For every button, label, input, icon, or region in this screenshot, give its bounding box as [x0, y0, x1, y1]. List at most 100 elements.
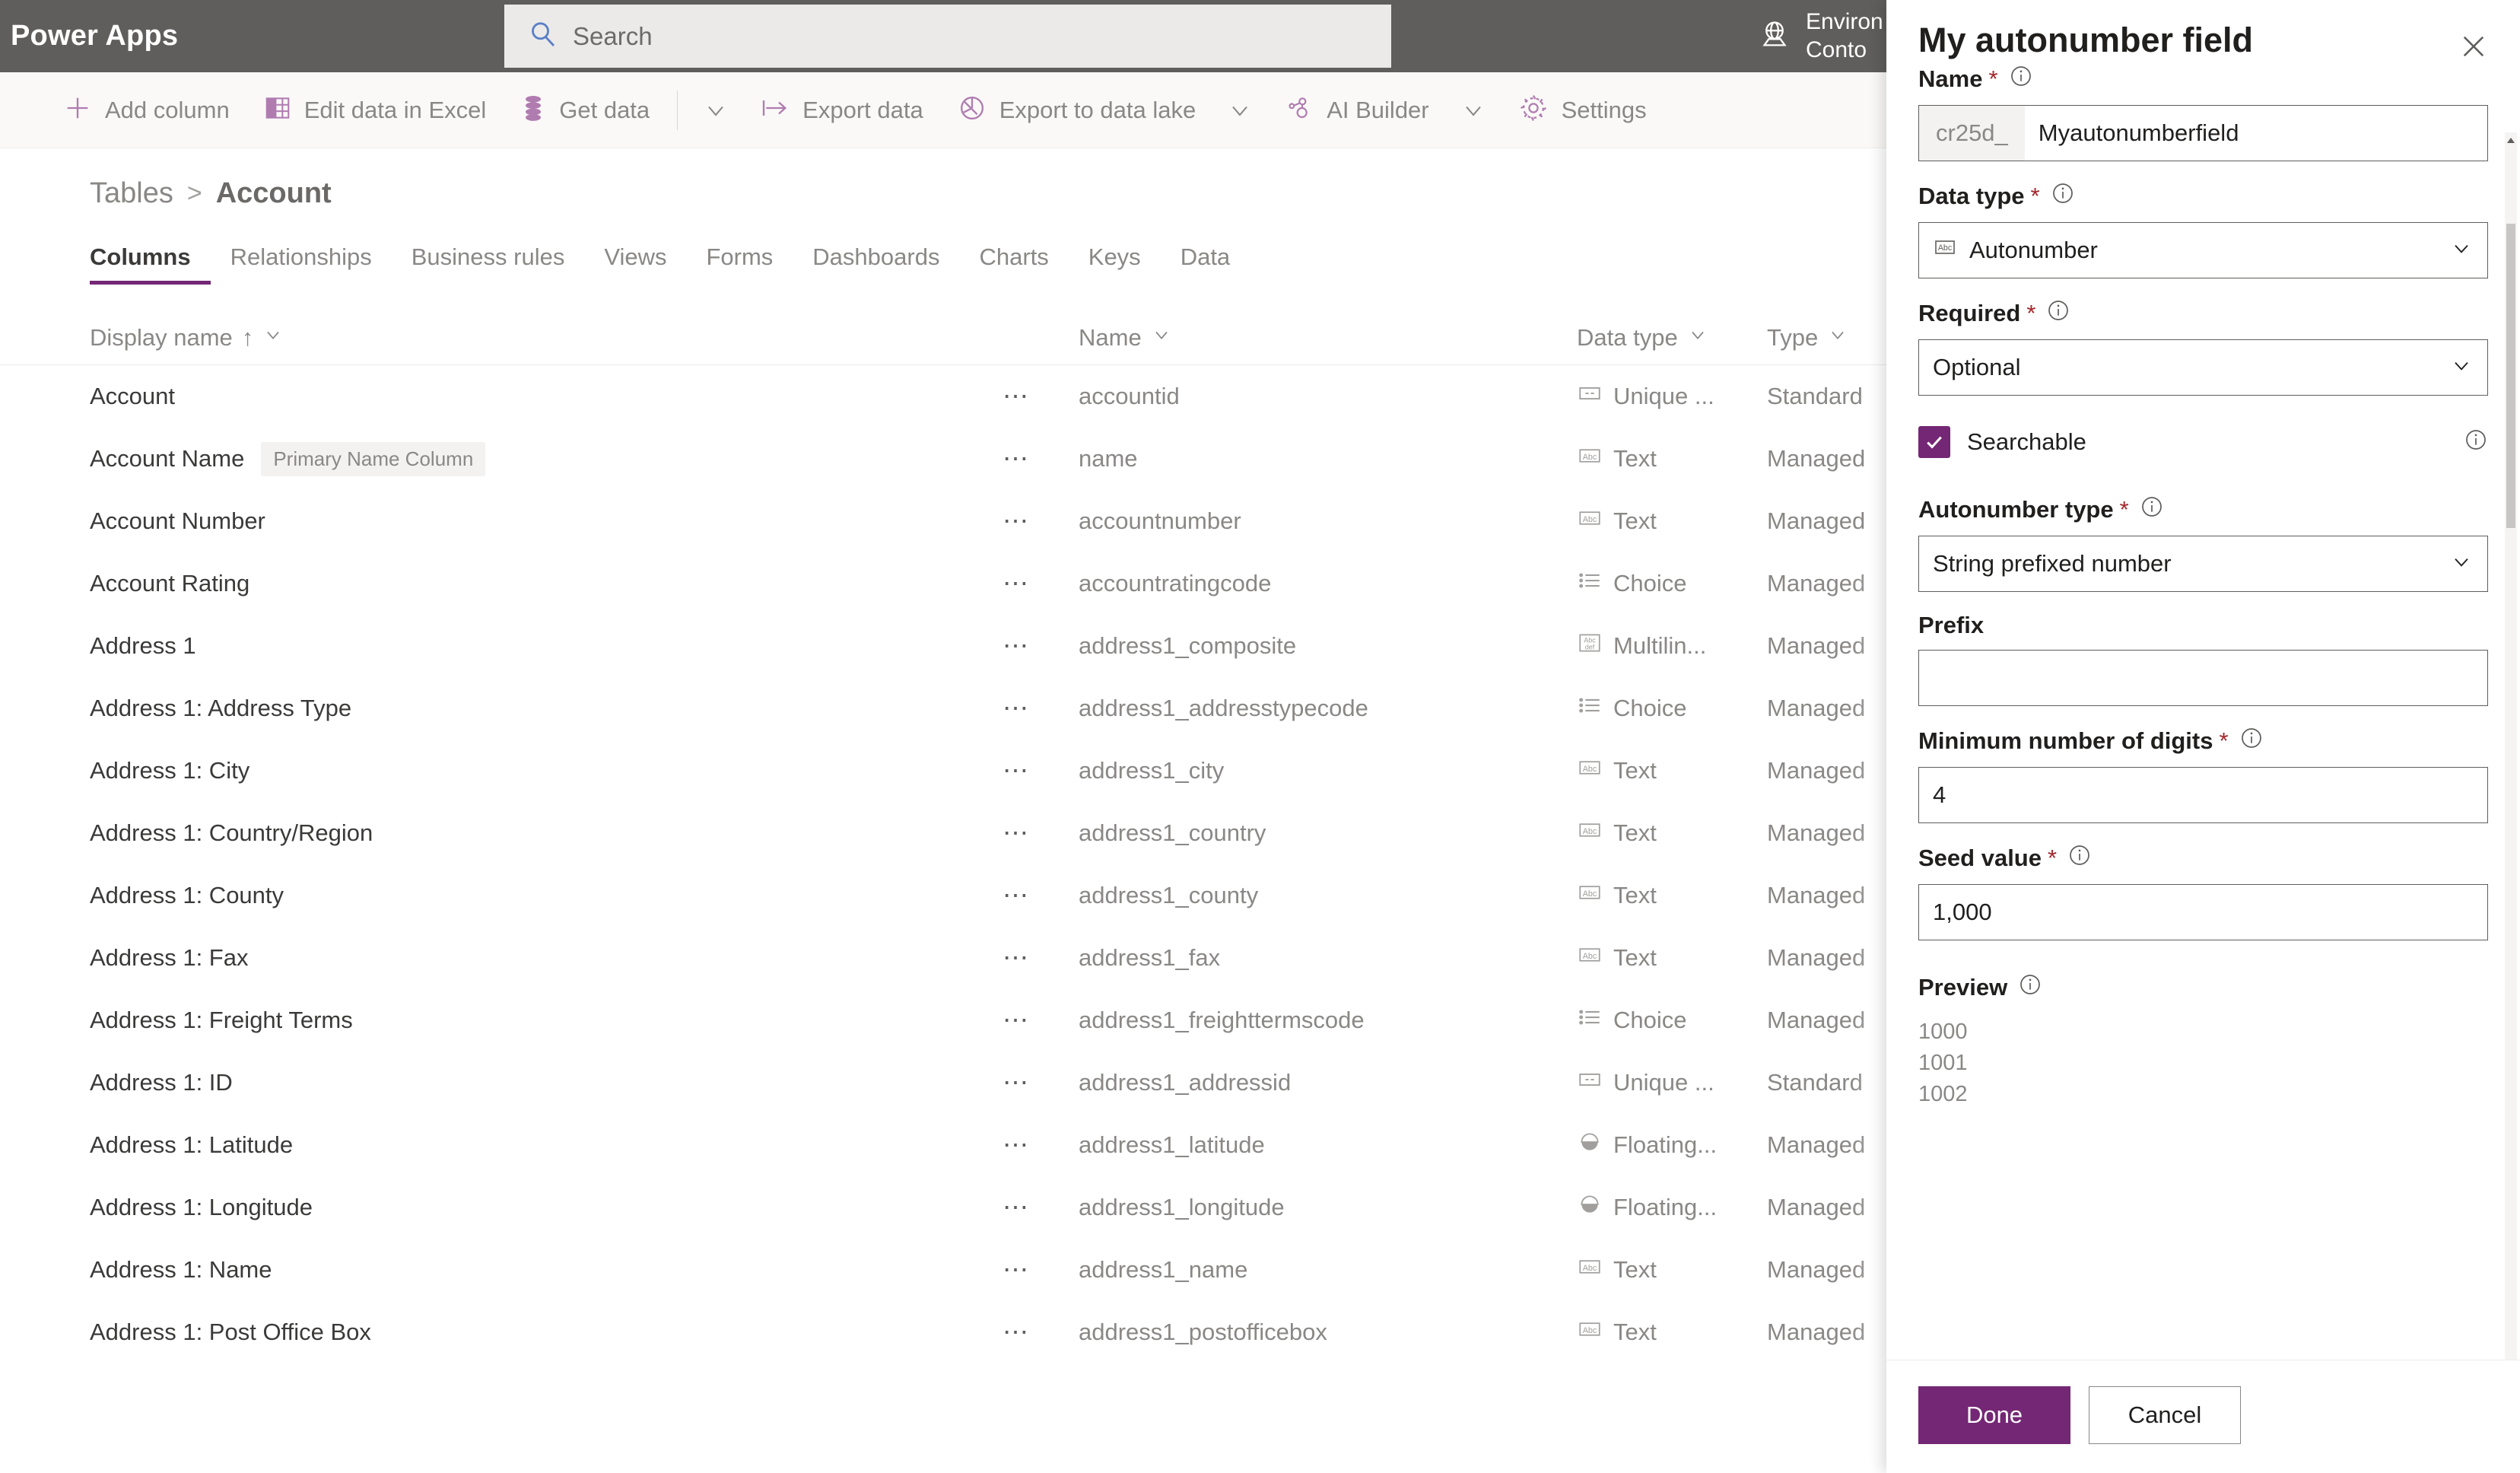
panel-body: Name * cr25d_ Data type — [1886, 59, 2520, 1360]
data-type-select[interactable]: Abc Autonumber — [1918, 221, 2488, 278]
display-name-text: Account Rating — [90, 570, 250, 597]
info-icon[interactable] — [2239, 726, 2264, 756]
row-more-options-icon[interactable]: ⋯ — [1003, 1067, 1079, 1098]
seed-value-input[interactable] — [1933, 898, 2474, 926]
tab-dashboards[interactable]: Dashboards — [793, 243, 959, 285]
info-icon[interactable] — [2051, 181, 2075, 212]
row-more-options-icon[interactable]: ⋯ — [1003, 756, 1079, 786]
get-data-chevron-down-icon[interactable] — [688, 72, 743, 148]
row-more-options-icon[interactable]: ⋯ — [1003, 880, 1079, 911]
autonumber-type-select[interactable]: String prefixed number — [1918, 535, 2488, 592]
cell-data-type: Abc Text — [1577, 755, 1767, 787]
required-value: Optional — [1933, 353, 2021, 380]
export-data-button[interactable]: Export data — [743, 72, 940, 148]
searchable-checkbox[interactable] — [1918, 425, 1950, 458]
tab-views[interactable]: Views — [584, 243, 686, 285]
prefix-input[interactable] — [1933, 663, 2474, 692]
chevron-down-icon[interactable] — [2449, 353, 2474, 381]
row-more-options-icon[interactable]: ⋯ — [1003, 631, 1079, 661]
cell-logical-name: accountnumber — [1079, 507, 1241, 534]
tab-forms[interactable]: Forms — [686, 243, 793, 285]
row-more-options-icon[interactable]: ⋯ — [1003, 818, 1079, 848]
cell-display-name: Address 1: Latitude — [90, 1131, 1003, 1159]
display-name-text: Address 1 — [90, 632, 196, 659]
text-icon: Abc — [1577, 505, 1603, 537]
row-more-options-icon[interactable]: ⋯ — [1003, 506, 1079, 536]
info-icon[interactable] — [2018, 972, 2042, 1003]
power-apps-window: Power Apps Environ Conto — [0, 0, 2520, 1473]
ai-builder-button[interactable]: AI Builder — [1267, 72, 1445, 148]
tab-keys[interactable]: Keys — [1069, 243, 1161, 285]
chevron-down-icon[interactable] — [1827, 324, 1848, 352]
row-more-options-icon[interactable]: ⋯ — [1003, 693, 1079, 724]
tab-relationships[interactable]: Relationships — [211, 243, 392, 285]
panel-footer: Done Cancel — [1886, 1360, 2520, 1473]
data-type-text: Multilin... — [1613, 632, 1707, 659]
info-icon[interactable] — [2009, 64, 2033, 94]
svg-text:Abc: Abc — [1583, 765, 1597, 774]
cell-logical-name: address1_country — [1079, 819, 1266, 846]
cell-data-type: Unique ... — [1577, 1067, 1767, 1099]
row-more-options-icon[interactable]: ⋯ — [1003, 1255, 1079, 1285]
seed-value-input-wrapper[interactable] — [1918, 883, 2488, 940]
settings-button[interactable]: Settings — [1501, 72, 1664, 148]
search-input[interactable] — [573, 21, 1181, 51]
prefix-input-wrapper[interactable] — [1918, 649, 2488, 706]
text-icon: Abc — [1577, 755, 1603, 787]
get-data-button[interactable]: Get data — [503, 72, 666, 148]
info-icon[interactable] — [2067, 843, 2092, 873]
scroll-up-icon[interactable] — [2505, 132, 2517, 149]
tab-columns[interactable]: Columns — [90, 243, 211, 285]
min-digits-input[interactable] — [1933, 781, 2474, 809]
app-title: Power Apps — [11, 20, 179, 52]
panel-scrollbar[interactable] — [2505, 132, 2517, 1360]
unique-identifier-icon — [1577, 380, 1603, 412]
column-header-name[interactable]: Name — [1079, 324, 1577, 352]
cell-display-name: Address 1: Address Type — [90, 695, 1003, 722]
cell-data-type: Abc Text — [1577, 880, 1767, 911]
breadcrumb-tables[interactable]: Tables — [90, 177, 173, 210]
export-to-data-lake-button[interactable]: Export to data lake — [940, 72, 1213, 148]
global-search[interactable] — [504, 5, 1391, 68]
add-column-button[interactable]: Add column — [46, 72, 246, 148]
row-more-options-icon[interactable]: ⋯ — [1003, 1317, 1079, 1347]
chevron-down-icon[interactable] — [262, 324, 284, 352]
ai-builder-chevron-down-icon[interactable] — [1446, 72, 1501, 148]
required-select[interactable]: Optional — [1918, 339, 2488, 396]
column-header-display-name-label: Display name — [90, 323, 233, 351]
done-button[interactable]: Done — [1918, 1386, 2070, 1444]
cell-data-type: Abc Text — [1577, 505, 1767, 537]
min-digits-input-wrapper[interactable] — [1918, 766, 2488, 823]
cell-logical-name: accountid — [1079, 383, 1180, 409]
environment-label: Environ — [1806, 8, 1883, 34]
chevron-down-icon[interactable] — [2449, 236, 2474, 264]
data-type-text: Text — [1613, 944, 1657, 971]
info-icon[interactable] — [2046, 298, 2070, 329]
chevron-down-icon[interactable] — [2449, 549, 2474, 577]
tab-charts[interactable]: Charts — [959, 243, 1068, 285]
chevron-down-icon[interactable] — [1687, 324, 1708, 352]
cancel-button[interactable]: Cancel — [2089, 1386, 2241, 1444]
column-header-display-name[interactable]: Display name ↑ — [90, 324, 1003, 352]
chevron-down-icon[interactable] — [1151, 324, 1172, 352]
row-more-options-icon[interactable]: ⋯ — [1003, 1005, 1079, 1036]
tab-data[interactable]: Data — [1161, 243, 1250, 285]
svg-text:def: def — [1585, 644, 1595, 651]
scrollbar-thumb[interactable] — [2506, 223, 2515, 528]
row-more-options-icon[interactable]: ⋯ — [1003, 1130, 1079, 1160]
name-input[interactable] — [2024, 105, 2487, 161]
name-input-wrapper[interactable]: cr25d_ — [1918, 104, 2488, 161]
svg-text:Abc: Abc — [1583, 453, 1597, 462]
export-to-data-lake-chevron-down-icon[interactable] — [1212, 72, 1267, 148]
column-header-data-type[interactable]: Data type — [1577, 324, 1767, 352]
edit-data-in-excel-button[interactable]: x Edit data in Excel — [246, 72, 504, 148]
cell-logical-name: address1_county — [1079, 882, 1259, 908]
row-more-options-icon[interactable]: ⋯ — [1003, 1192, 1079, 1223]
row-more-options-icon[interactable]: ⋯ — [1003, 568, 1079, 599]
info-icon[interactable] — [2140, 495, 2164, 525]
row-more-options-icon[interactable]: ⋯ — [1003, 444, 1079, 474]
row-more-options-icon[interactable]: ⋯ — [1003, 381, 1079, 412]
row-more-options-icon[interactable]: ⋯ — [1003, 943, 1079, 973]
info-icon[interactable] — [2464, 428, 2488, 456]
tab-business-rules[interactable]: Business rules — [392, 243, 585, 285]
